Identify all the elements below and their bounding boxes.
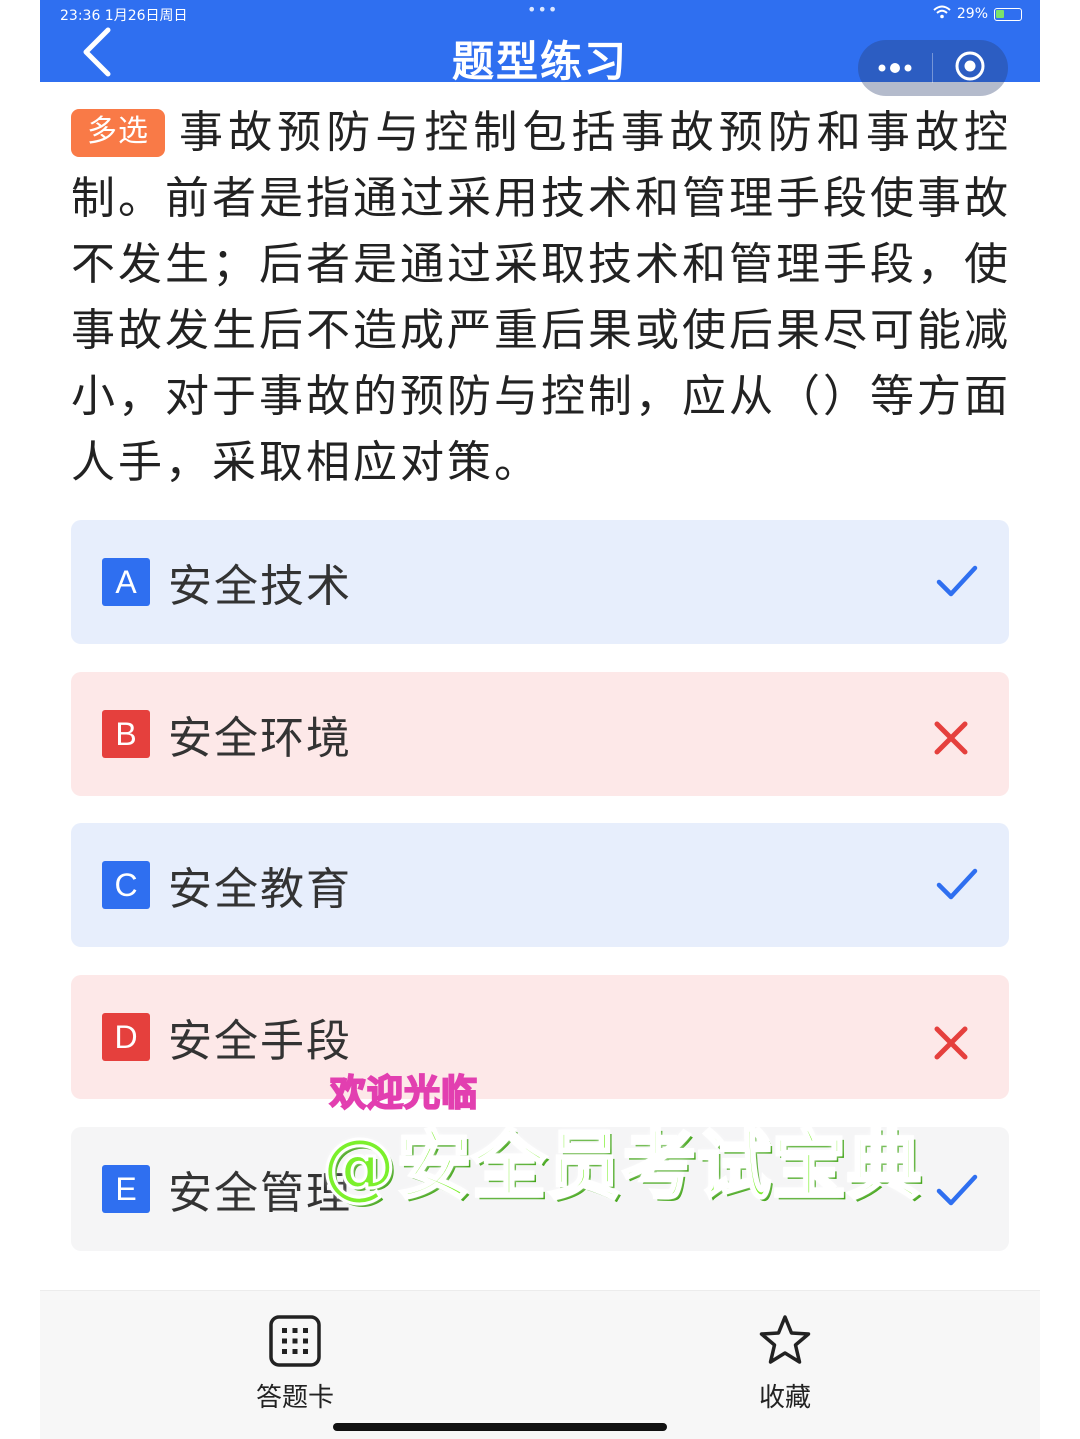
- option-label: 安全技术: [168, 561, 352, 612]
- status-time: 23:36 1月26日周日: [60, 8, 188, 24]
- check-icon: [935, 865, 979, 905]
- option-label: 安全手段: [168, 1016, 352, 1067]
- answer-card-label: 答题卡: [255, 1383, 334, 1413]
- option-b[interactable]: B 安全环境: [71, 672, 1009, 796]
- bottom-toolbar: 答题卡 收藏: [40, 1290, 1040, 1439]
- home-indicator: [333, 1423, 667, 1431]
- target-circle-icon: [954, 50, 986, 86]
- option-d[interactable]: D 安全手段: [71, 975, 1009, 1099]
- favorite-button[interactable]: 收藏: [705, 1313, 865, 1414]
- more-dots-icon: [877, 59, 913, 78]
- wifi-icon: [933, 5, 951, 23]
- grid-keypad-icon: [267, 1313, 323, 1369]
- more-button[interactable]: [858, 40, 932, 96]
- option-letter: E: [102, 1165, 150, 1213]
- cross-icon: [933, 720, 969, 756]
- option-letter: C: [102, 861, 150, 909]
- question-text: 事故预防与控制包括事故预防和事故控制。前者是指通过采用技术和管理手段使事故不发生…: [71, 107, 1011, 488]
- battery-icon: [994, 7, 1022, 21]
- question-text-block: 多选 事故预防与控制包括事故预防和事故控制。前者是指通过采用技术和管理手段使事故不…: [71, 100, 1011, 496]
- close-button[interactable]: [933, 40, 1007, 96]
- header-bar: 23:36 1月26日周日 ••• 29% 题型练习: [40, 0, 1040, 96]
- cross-icon: [933, 1025, 969, 1061]
- option-a[interactable]: A 安全技术: [71, 520, 1009, 644]
- question-type-tag: 多选: [71, 109, 165, 157]
- check-icon: [935, 562, 979, 602]
- option-label: 安全环境: [168, 713, 352, 764]
- option-c[interactable]: C 安全教育: [71, 823, 1009, 947]
- mini-program-capsule: [858, 40, 1008, 96]
- favorite-label: 收藏: [758, 1383, 811, 1413]
- status-right: 29%: [933, 5, 1022, 23]
- check-icon: [935, 1171, 979, 1211]
- option-letter: B: [102, 710, 150, 758]
- status-dots: •••: [527, 0, 559, 19]
- option-letter: A: [102, 558, 150, 606]
- option-letter: D: [102, 1013, 150, 1061]
- star-icon: [757, 1313, 813, 1369]
- option-label: 安全教育: [168, 864, 352, 915]
- watermark-account: @安全员考试宝典: [321, 1122, 923, 1211]
- battery-percent: 29%: [956, 6, 988, 22]
- answer-card-button[interactable]: 答题卡: [215, 1313, 375, 1414]
- app-frame: 23:36 1月26日周日 ••• 29% 题型练习 多选 事故预防与控制包括事…: [40, 0, 1040, 1439]
